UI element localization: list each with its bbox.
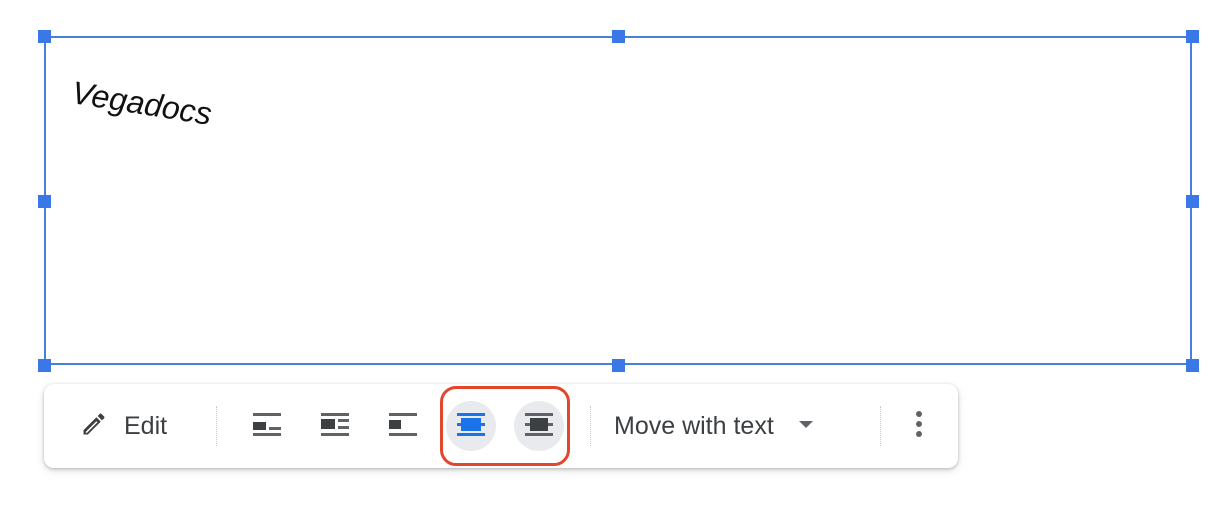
toolbar-divider bbox=[216, 406, 217, 446]
more-options-button[interactable] bbox=[896, 401, 942, 451]
resize-handle-bottom-right[interactable] bbox=[1186, 359, 1199, 372]
selected-drawing[interactable]: Vegadocs bbox=[44, 36, 1192, 365]
edit-button-label: Edit bbox=[124, 411, 168, 440]
behind-text-icon bbox=[456, 411, 486, 442]
pencil-icon bbox=[80, 410, 108, 443]
more-vert-icon bbox=[915, 410, 923, 443]
document-canvas: Vegadocs Edit Move with text bbox=[0, 0, 1224, 512]
resize-handle-top-center[interactable] bbox=[612, 30, 625, 43]
resize-handle-bottom-center[interactable] bbox=[612, 359, 625, 372]
image-options-toolbar: Edit Move with text bbox=[44, 384, 958, 468]
drawing-text: Vegadocs bbox=[69, 74, 215, 132]
wrap-inline-icon bbox=[252, 411, 282, 442]
in-front-of-text-icon bbox=[524, 411, 554, 442]
behind-text-button[interactable] bbox=[446, 401, 496, 451]
resize-handle-bottom-left[interactable] bbox=[38, 359, 51, 372]
in-front-of-text-button[interactable] bbox=[514, 401, 564, 451]
wrap-inline-button[interactable] bbox=[242, 401, 292, 451]
position-dropdown-label: Move with text bbox=[614, 411, 774, 440]
resize-handle-top-right[interactable] bbox=[1186, 30, 1199, 43]
resize-handle-top-left[interactable] bbox=[38, 30, 51, 43]
wrap-text-button[interactable] bbox=[310, 401, 360, 451]
break-text-icon bbox=[388, 411, 418, 442]
toolbar-divider bbox=[880, 406, 881, 446]
resize-handle-middle-right[interactable] bbox=[1186, 195, 1199, 208]
toolbar-divider bbox=[590, 406, 591, 446]
wrap-text-icon bbox=[320, 411, 350, 442]
edit-button[interactable]: Edit bbox=[72, 402, 175, 450]
break-text-button[interactable] bbox=[378, 401, 428, 451]
resize-handle-middle-left[interactable] bbox=[38, 195, 51, 208]
position-dropdown[interactable]: Move with text bbox=[604, 402, 824, 450]
dropdown-arrow-icon bbox=[798, 417, 814, 435]
